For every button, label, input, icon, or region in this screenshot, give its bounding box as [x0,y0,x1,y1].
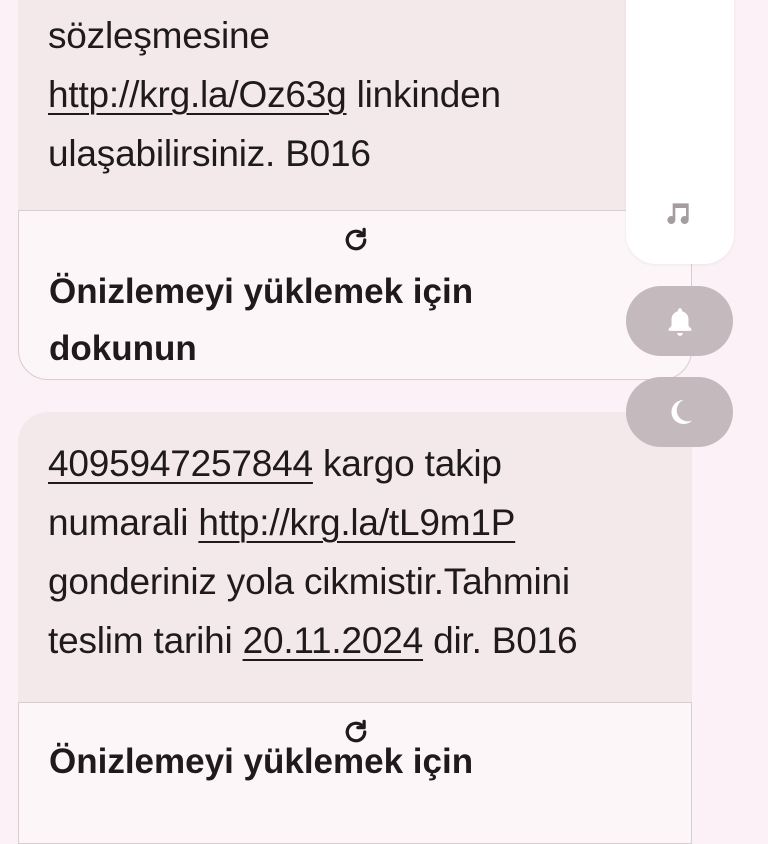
preview-label-line: Önizlemeyi yüklemek için [49,272,474,311]
preview-label-line: dokunun [49,329,197,368]
moon-icon [670,399,692,425]
link-preview-card[interactable]: Önizlemeyi yüklemek için dokunun [18,210,692,380]
message-text-segment: linkinden [346,74,501,115]
message-line: gonderiniz yola cikmistir.Tahmini [48,552,672,611]
preview-label-line: Önizlemeyi yüklemek için [49,742,474,781]
message-text-segment: ulaşabilirsiniz. B016 [48,133,371,174]
message-text-segment: teslim tarihi [48,620,243,661]
ring-mode-button[interactable] [626,286,733,356]
message-link[interactable]: http://krg.la/Oz63g [48,74,347,115]
message-text: sözleşmesine http://krg.la/Oz63g linkind… [48,6,672,183]
message-text-segment: dir. B016 [423,620,578,661]
date-link[interactable]: 20.11.2024 [243,620,424,661]
tracking-number-link[interactable]: 4095947257844 [48,443,313,484]
message-line: http://krg.la/Oz63g linkinden [48,65,672,124]
message-text-segment: numarali [48,502,199,543]
volume-panel[interactable] [626,0,734,264]
message-line: numarali http://krg.la/tL9m1P [48,493,672,552]
message-text: 4095947257844 kargo takip numarali http:… [48,434,672,670]
message-text-segment: gonderiniz yola cikmistir.Tahmini [48,561,570,602]
message-text-segment: sözleşmesine [48,15,270,56]
message-text-segment: kargo takip [312,443,502,484]
message-line: 4095947257844 kargo takip [48,434,672,493]
music-note-icon[interactable] [662,198,694,230]
message-bubble[interactable]: 4095947257844 kargo takip numarali http:… [18,412,692,844]
dnd-button[interactable] [626,377,733,447]
preview-load-label: Önizlemeyi yüklemek için [49,733,671,790]
bell-icon [668,308,691,336]
reload-icon [345,227,367,251]
link-preview-card[interactable]: Önizlemeyi yüklemek için [18,702,692,844]
message-line: teslim tarihi 20.11.2024 dir. B016 [48,611,672,670]
message-bubble[interactable]: sözleşmesine http://krg.la/Oz63g linkind… [18,0,692,380]
message-line: ulaşabilirsiniz. B016 [48,124,672,183]
message-line: sözleşmesine [48,6,672,65]
preview-load-label: Önizlemeyi yüklemek için dokunun [49,263,671,377]
message-link[interactable]: http://krg.la/tL9m1P [198,502,515,543]
